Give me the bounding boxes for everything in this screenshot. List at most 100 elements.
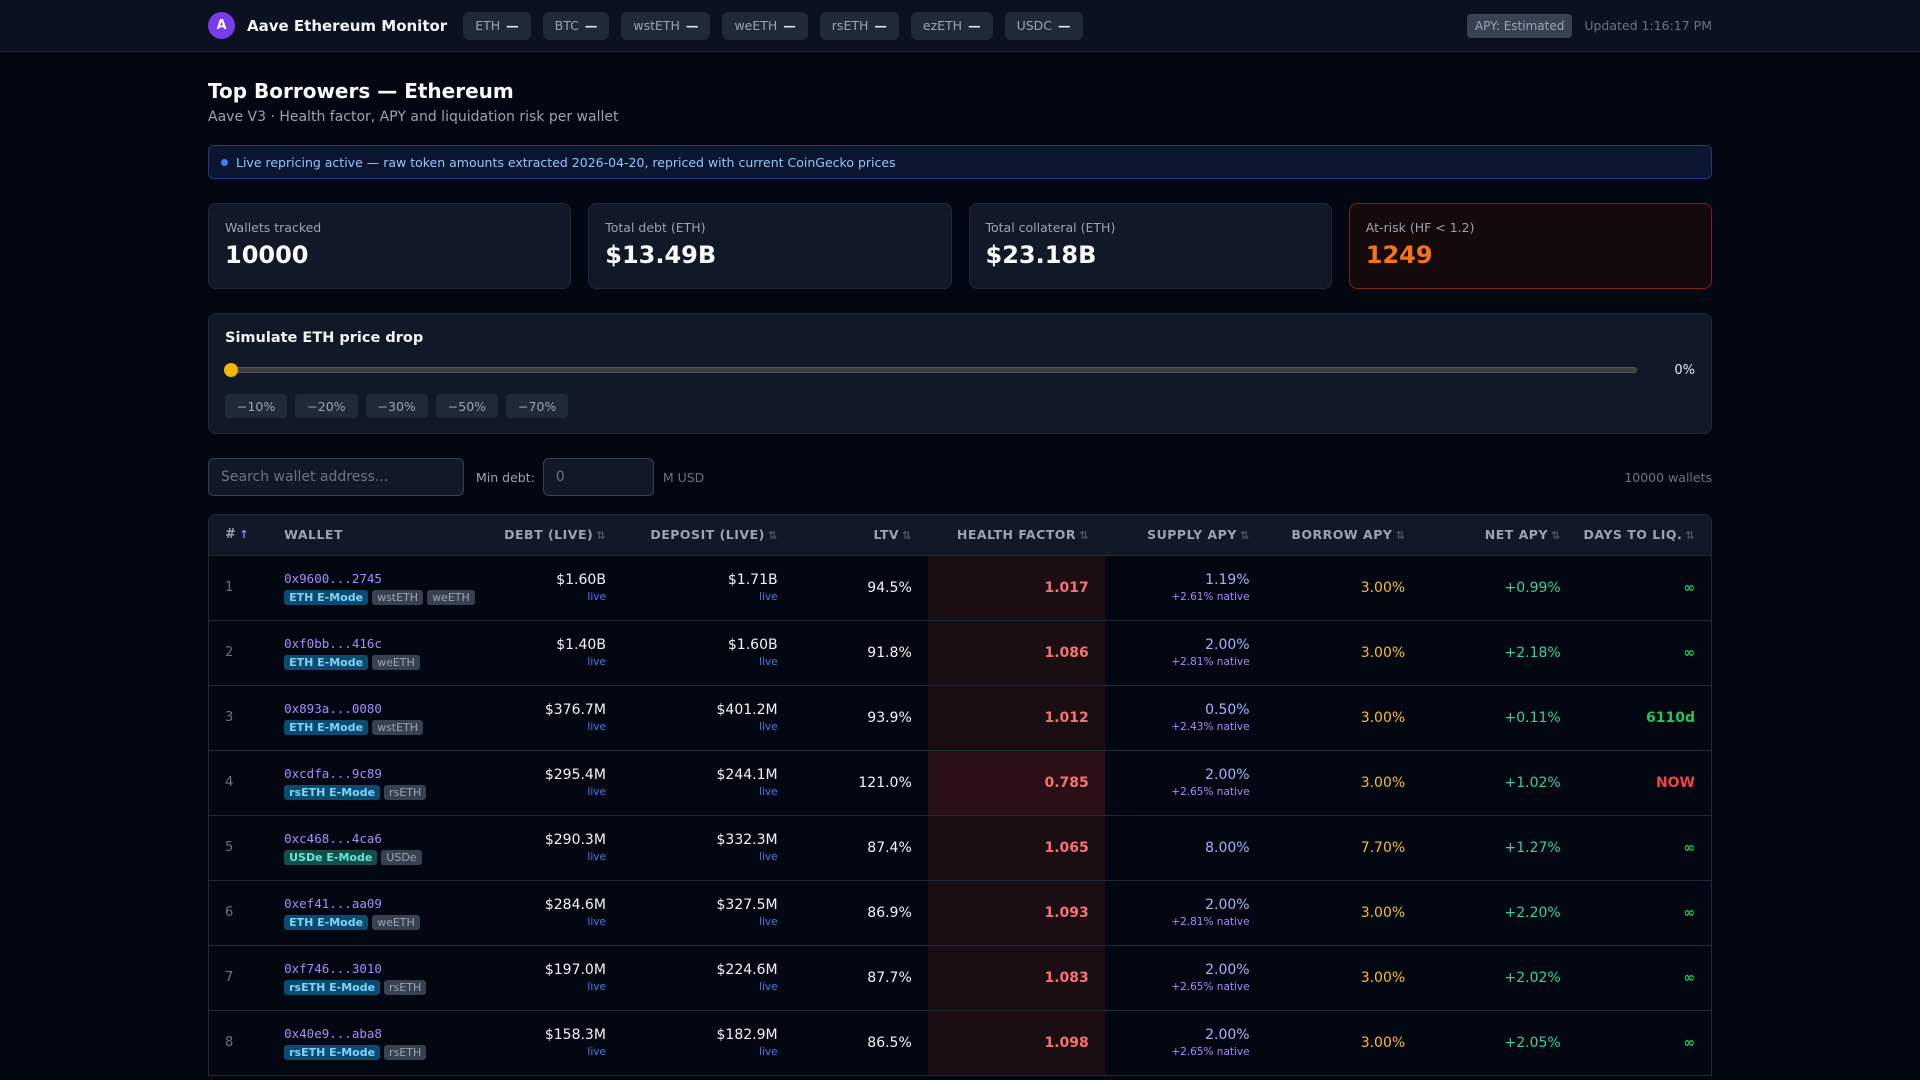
supply-apy-cell: 2.00% +2.65% native [1104, 749, 1250, 815]
preset-drop-button[interactable]: −10% [225, 394, 288, 418]
col-header-net-apy[interactable]: Net APY ⇅ [1405, 515, 1561, 555]
preset-drop-button[interactable]: −70% [506, 394, 569, 418]
debt-value: $1.60B [556, 572, 606, 588]
borrow-apy-value: 3.00% [1249, 879, 1406, 945]
col-header-debt[interactable]: Debt (live) ⇅ [488, 515, 606, 555]
emode-badge: ETH E-Mode [284, 589, 369, 605]
stat-value: 1249 [1365, 241, 1433, 269]
wallet-address-link[interactable]: 0xcdfa...9c89 [284, 766, 488, 781]
borrow-apy-value: 7.70% [1249, 814, 1406, 880]
row-index: 1 [209, 554, 285, 620]
deposit-live-label: live [759, 1046, 778, 1059]
min-debt-label: Min debt: [476, 469, 535, 485]
deposit-value: $1.60B [727, 637, 778, 653]
borrow-apy-value: 3.00% [1249, 619, 1406, 685]
wallet-address-link[interactable]: 0xef41...aa09 [284, 896, 488, 911]
app-logo: A [208, 12, 235, 39]
ticker-ezeth[interactable]: ezETH — [910, 11, 993, 40]
asset-badge: weETH [372, 654, 420, 670]
sort-icon: ⇅ [1685, 529, 1695, 543]
col-header-days-to-liq[interactable]: Days to Liq. ⇅ [1561, 515, 1711, 555]
deposit-live-label: live [759, 591, 778, 603]
table-row[interactable]: 2 0xf0bb...416c ETH E-Mode weETH $1.40B live $… [209, 619, 1711, 685]
ltv-value: 86.5% [777, 1009, 928, 1075]
col-header-supply-apy[interactable]: Supply APY ⇅ [1105, 515, 1250, 555]
net-apy-value: +2.18% [1405, 619, 1561, 685]
wallet-cell: 0x40e9...aba8 rsETH E-Mode rsETH [284, 1009, 488, 1075]
days-to-liquidation-value: ∞ [1560, 814, 1711, 880]
stat-card-wallets: Wallets tracked 10000 [208, 203, 572, 289]
col-header-deposit[interactable]: Deposit (live) ⇅ [606, 515, 778, 555]
search-input[interactable] [208, 458, 464, 496]
sort-icon: ⇅ [1079, 529, 1089, 543]
deposit-cell: $1.60B live [605, 619, 778, 685]
native-yield-label: +2.81% native [1171, 656, 1250, 668]
ticker-price: — [1058, 18, 1071, 33]
preset-drop-button[interactable]: −30% [365, 394, 428, 418]
slider-thumb[interactable] [224, 363, 238, 377]
col-header-borrow-apy[interactable]: Borrow APY ⇅ [1250, 515, 1406, 555]
supply-apy-value: 2.00% [1205, 767, 1250, 783]
preset-drop-button[interactable]: −20% [295, 394, 358, 418]
table-row[interactable]: 6 0xef41...aa09 ETH E-Mode weETH $284.6M live… [209, 879, 1711, 945]
deposit-value: $182.9M [716, 1027, 778, 1044]
wallet-tags: rsETH E-Mode rsETH [284, 784, 488, 800]
asset-badge: rsETH [384, 1044, 427, 1060]
debt-live-label: live [587, 851, 606, 863]
days-to-liquidation-value: ∞ [1560, 944, 1711, 1010]
days-to-liquidation-value: ∞ [1560, 1009, 1711, 1075]
wallet-cell: 0xf746...3010 rsETH E-Mode rsETH [284, 944, 488, 1010]
ticker-btc[interactable]: BTC — [542, 11, 610, 40]
ticker-symbol: USDC [1016, 18, 1053, 33]
preset-drop-button[interactable]: −50% [435, 394, 499, 418]
row-index: 6 [209, 879, 285, 945]
row-index: 3 [209, 684, 285, 750]
col-header-ltv[interactable]: LTV ⇅ [778, 515, 928, 555]
asset-badge: weETH [427, 589, 475, 605]
col-header-health-factor[interactable]: Health Factor ⇅ [928, 515, 1105, 555]
wallet-address-link[interactable]: 0x40e9...aba8 [284, 1026, 488, 1041]
ticker-wsteth[interactable]: wstETH — [621, 11, 711, 40]
table-row[interactable]: 1 0x9600...2745 ETH E-Mode wstETH weETH $1.60… [209, 554, 1711, 620]
table-row[interactable]: 5 0xc468...4ca6 USDe E-Mode USDe $290.3M live… [209, 814, 1711, 880]
ticker-usdc[interactable]: USDC — [1004, 11, 1083, 40]
ticker-rseth[interactable]: rsETH — [819, 11, 899, 40]
debt-live-label: live [587, 1046, 606, 1059]
wallet-address-link[interactable]: 0xf0bb...416c [284, 636, 488, 651]
price-drop-slider[interactable] [224, 363, 1637, 377]
ticker-weeth[interactable]: weETH — [722, 11, 808, 40]
supply-apy-cell: 2.00% +2.81% native [1104, 619, 1250, 685]
debt-cell: $197.0M live [487, 944, 606, 1010]
table-row[interactable]: 8 0x40e9...aba8 rsETH E-Mode rsETH $158.3M li… [209, 1009, 1711, 1075]
borrow-apy-value: 3.00% [1249, 749, 1406, 815]
stat-value: 10000 [225, 241, 309, 269]
emode-badge: rsETH E-Mode [284, 784, 381, 800]
ticker-eth[interactable]: ETH — [463, 11, 531, 40]
debt-value: $197.0M [544, 962, 606, 978]
wallet-address-link[interactable]: 0x9600...2745 [284, 571, 488, 586]
wallet-address-link[interactable]: 0xf746...3010 [284, 961, 488, 976]
deposit-value: $224.6M [716, 962, 778, 978]
debt-value: $1.40B [556, 637, 606, 653]
deposit-live-label: live [759, 851, 778, 863]
days-to-liquidation-value: ∞ [1560, 879, 1711, 945]
col-header-index[interactable]: # ↑ [209, 515, 284, 555]
debt-cell: $1.60B live [487, 554, 606, 620]
health-factor-value: 1.017 [927, 554, 1105, 620]
min-debt-input[interactable] [542, 458, 654, 496]
wallet-address-link[interactable]: 0x893a...0080 [284, 701, 488, 716]
days-to-liquidation-value: NOW [1560, 749, 1711, 815]
apy-mode-badge[interactable]: APY: Estimated [1466, 13, 1573, 38]
debt-cell: $290.3M live [487, 814, 606, 880]
health-factor-value: 1.098 [927, 1009, 1105, 1075]
app-title: Aave Ethereum Monitor [247, 16, 448, 35]
table-row[interactable]: 3 0x893a...0080 ETH E-Mode wstETH $376.7M liv… [209, 684, 1711, 750]
ltv-value: 121.0% [777, 749, 928, 815]
wallet-tags: ETH E-Mode weETH [284, 914, 488, 930]
updated-timestamp: Updated 1:16:17 PM [1584, 18, 1712, 33]
wallet-address-link[interactable]: 0xc468...4ca6 [284, 831, 488, 846]
supply-apy-cell: 2.00% +2.65% native [1104, 1009, 1250, 1075]
deposit-live-label: live [759, 916, 778, 928]
table-row[interactable]: 7 0xf746...3010 rsETH E-Mode rsETH $197.0M li… [209, 944, 1711, 1010]
table-row[interactable]: 4 0xcdfa...9c89 rsETH E-Mode rsETH $295.4M li… [209, 749, 1711, 815]
